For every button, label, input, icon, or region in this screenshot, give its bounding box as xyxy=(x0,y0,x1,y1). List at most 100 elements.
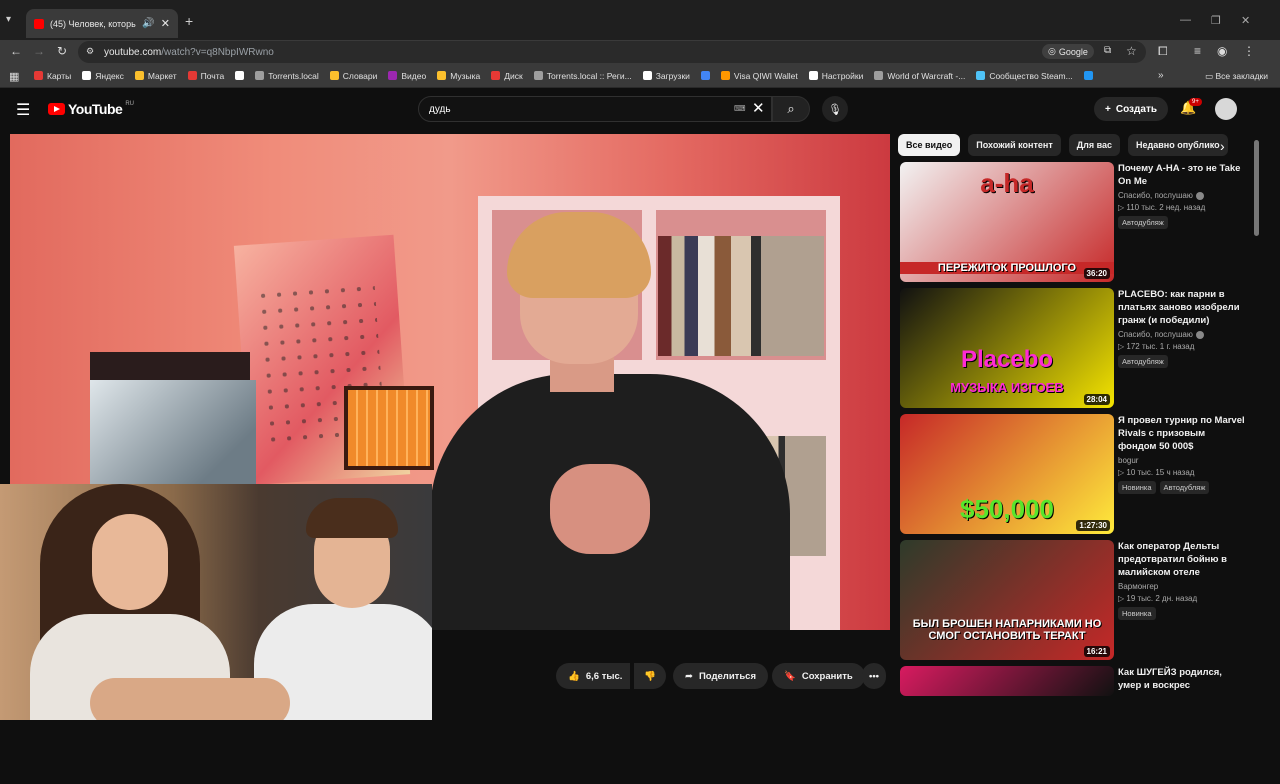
thumbnail-caption: МУЗЫКА ИЗГОЕВ xyxy=(950,380,1064,395)
profile-icon[interactable]: ◉ xyxy=(1217,44,1227,58)
search-input[interactable]: дудь xyxy=(418,96,772,122)
filter-chip[interactable]: Для вас xyxy=(1068,134,1121,156)
recommendation-title[interactable]: Как ШУГЕЙЗ родился, умер и воскрес xyxy=(1118,666,1246,692)
reload-icon[interactable]: ↻ xyxy=(57,44,67,58)
close-window-icon[interactable]: ✕ xyxy=(1241,14,1250,27)
apps-grid-icon[interactable]: ▦ xyxy=(9,70,19,83)
youtube-header: ☰ YouTube RU дудь ⌨ ✕ ⌕ 🎙 + Создать 🔔 9+ xyxy=(0,88,1262,132)
share-button[interactable]: ➦ Поделиться xyxy=(673,663,768,689)
bookmark-item[interactable]: Карты xyxy=(34,71,71,81)
speaker-icon[interactable]: 🔊 xyxy=(142,18,154,29)
search-button[interactable]: ⌕ xyxy=(772,96,810,122)
clear-search-icon[interactable]: ✕ xyxy=(752,99,765,117)
video-thumbnail[interactable]: Placebo МУЗЫКА ИЗГОЕВ 28:04 xyxy=(900,288,1114,408)
reading-list-icon[interactable]: ≡ xyxy=(1194,44,1201,58)
account-avatar[interactable] xyxy=(1215,98,1237,120)
close-tab-icon[interactable]: ✕ xyxy=(161,17,170,30)
browser-toolbar: ← → ↻ youtube.com/watch?v=q8NbpIWRwno ⚙ … xyxy=(0,40,1280,64)
bookmark-item[interactable]: Torrents.local xyxy=(255,71,319,81)
hamburger-menu-icon[interactable]: ☰ xyxy=(16,100,30,120)
bookmark-item[interactable]: Загрузки xyxy=(642,71,690,81)
create-button[interactable]: + Создать xyxy=(1094,97,1168,121)
chips-next-icon[interactable]: › xyxy=(1220,138,1225,154)
page-scrollbar[interactable] xyxy=(1262,88,1280,720)
recommendation-item[interactable]: Как ШУГЕЙЗ родился, умер и воскрес xyxy=(898,666,1250,784)
like-button[interactable]: 👍 6,6 тыс. xyxy=(556,663,631,689)
recommendation-title[interactable]: Почему A-HA - это не Take On Me xyxy=(1118,162,1246,188)
google-lens-chip[interactable]: ◎ Google xyxy=(1042,44,1094,59)
badges: Новинка xyxy=(1118,607,1246,620)
video-thumbnail[interactable]: a-ha ПЕРЕЖИТОК ПРОШЛОГО 36:20 xyxy=(900,162,1114,282)
translate-icon[interactable]: ⧉ xyxy=(1104,45,1111,56)
recommendation-item[interactable]: БЫЛ БРОШЕН НАПАРНИКАМИ НО СМОГ ОСТАНОВИТ… xyxy=(898,540,1250,660)
bookmark-item[interactable]: Маркет xyxy=(134,71,177,81)
filter-chip[interactable]: Недавно опублико xyxy=(1128,134,1228,156)
channel-label: bogur xyxy=(1118,456,1139,465)
voice-search-button[interactable]: 🎙 xyxy=(822,96,848,122)
bookmark-item[interactable]: Музыка xyxy=(437,71,480,81)
bookmark-item[interactable] xyxy=(235,71,245,80)
tab-list-icon[interactable]: ▾ xyxy=(6,14,11,25)
forward-icon[interactable]: → xyxy=(33,44,45,58)
bookmark-item[interactable]: World of Warcraft -... xyxy=(874,71,965,81)
bookmark-item[interactable]: Почта xyxy=(187,70,225,81)
thumbnail-caption: БЫЛ БРОШЕН НАПАРНИКАМИ НО СМОГ ОСТАНОВИТ… xyxy=(912,618,1102,642)
channel-name[interactable]: Спасибо, послушаю xyxy=(1118,330,1246,339)
recommendation-title[interactable]: Я провел турнир по Marvel Rivals с призо… xyxy=(1118,414,1246,453)
channel-name[interactable]: Спасибо, послушаю xyxy=(1118,191,1246,200)
recommendation-meta: Почему A-HA - это не Take On Me Спасибо, … xyxy=(1118,162,1246,229)
save-label: Сохранить xyxy=(801,670,853,682)
bookmarks-overflow-icon[interactable]: » xyxy=(1158,70,1164,81)
restore-icon[interactable]: ❐ xyxy=(1211,14,1221,27)
channel-name[interactable]: bogur xyxy=(1118,456,1246,465)
bookmark-favicon-icon xyxy=(437,71,447,80)
browser-tab[interactable]: (45) Человек, который изм... 🔊 ✕ xyxy=(26,9,178,38)
bookmark-favicon-icon xyxy=(1083,71,1093,80)
all-bookmarks[interactable]: ▭ Все закладки xyxy=(1205,71,1268,82)
save-bookmark-icon: 🔖 xyxy=(784,670,796,682)
extensions-icon[interactable]: ⧠ xyxy=(1158,44,1168,59)
keyboard-icon[interactable]: ⌨ xyxy=(734,104,746,113)
thumbs-up-icon: 👍 xyxy=(568,670,580,682)
bookmark-item[interactable]: Сообщество Steam... xyxy=(976,71,1073,81)
bookmark-item[interactable]: Torrents.local :: Реги... xyxy=(533,71,632,81)
address-bar[interactable]: youtube.com/watch?v=q8NbpIWRwno xyxy=(78,41,1146,63)
video-thumbnail[interactable] xyxy=(900,666,1114,696)
recommendation-meta: Я провел турнир по Marvel Rivals с призо… xyxy=(1118,414,1246,494)
site-info-icon[interactable]: ⚙ xyxy=(86,46,94,57)
video-thumbnail[interactable]: БЫЛ БРОШЕН НАПАРНИКАМИ НО СМОГ ОСТАНОВИТ… xyxy=(900,540,1114,660)
dislike-wrap: 👎 xyxy=(634,663,666,689)
youtube-logo[interactable]: YouTube RU xyxy=(48,101,134,117)
bookmark-item[interactable]: Видео xyxy=(388,71,426,81)
scrollbar-thumb[interactable] xyxy=(1254,140,1259,236)
minimize-icon[interactable]: — xyxy=(1180,14,1191,26)
tab-title: (45) Человек, который изм... xyxy=(50,18,137,29)
menu-kebab-icon[interactable]: ⋮ xyxy=(1243,44,1255,58)
new-tab-icon[interactable]: + xyxy=(185,13,193,29)
more-wrap: ••• xyxy=(862,663,886,689)
channel-name[interactable]: Вармонгер xyxy=(1118,582,1246,591)
dislike-button[interactable]: 👎 xyxy=(634,663,666,689)
recommendation-title[interactable]: Как оператор Дельты предотвратил бойню в… xyxy=(1118,540,1246,579)
bookmark-label: Музыка xyxy=(450,70,481,81)
bookmark-label: Видео xyxy=(401,70,427,81)
recommendation-title[interactable]: PLACEBO: как парни в платьях заново изоб… xyxy=(1118,288,1246,327)
save-button[interactable]: 🔖 Сохранить xyxy=(772,663,865,689)
bookmark-item[interactable]: Яндекс xyxy=(82,71,124,81)
recommendation-item[interactable]: $50,000 1:27:30 Я провел турнир по Marvel … xyxy=(898,414,1250,534)
back-icon[interactable]: ← xyxy=(10,44,22,58)
bookmark-item[interactable]: Visa QIWI Wallet xyxy=(720,71,798,81)
filter-chip[interactable]: Похожий контент xyxy=(968,134,1061,156)
bookmark-star-icon[interactable]: ☆ xyxy=(1126,44,1137,58)
bookmark-item[interactable] xyxy=(700,71,710,80)
more-actions-button[interactable]: ••• xyxy=(862,663,886,689)
recommendation-item[interactable]: a-ha ПЕРЕЖИТОК ПРОШЛОГО 36:20 Почему A-HA -… xyxy=(898,162,1250,282)
bookmark-item[interactable]: Словари xyxy=(329,71,377,81)
video-thumbnail[interactable]: $50,000 1:27:30 xyxy=(900,414,1114,534)
bookmark-item[interactable] xyxy=(1083,71,1093,80)
bookmark-label: Почта xyxy=(200,70,225,81)
recommendation-item[interactable]: Placebo МУЗЫКА ИЗГОЕВ 28:04 PLACEBO: как па… xyxy=(898,288,1250,408)
bookmark-item[interactable]: Диск xyxy=(491,71,523,81)
filter-chip[interactable]: Все видео xyxy=(898,134,961,156)
bookmark-item[interactable]: Настройки xyxy=(808,71,863,81)
